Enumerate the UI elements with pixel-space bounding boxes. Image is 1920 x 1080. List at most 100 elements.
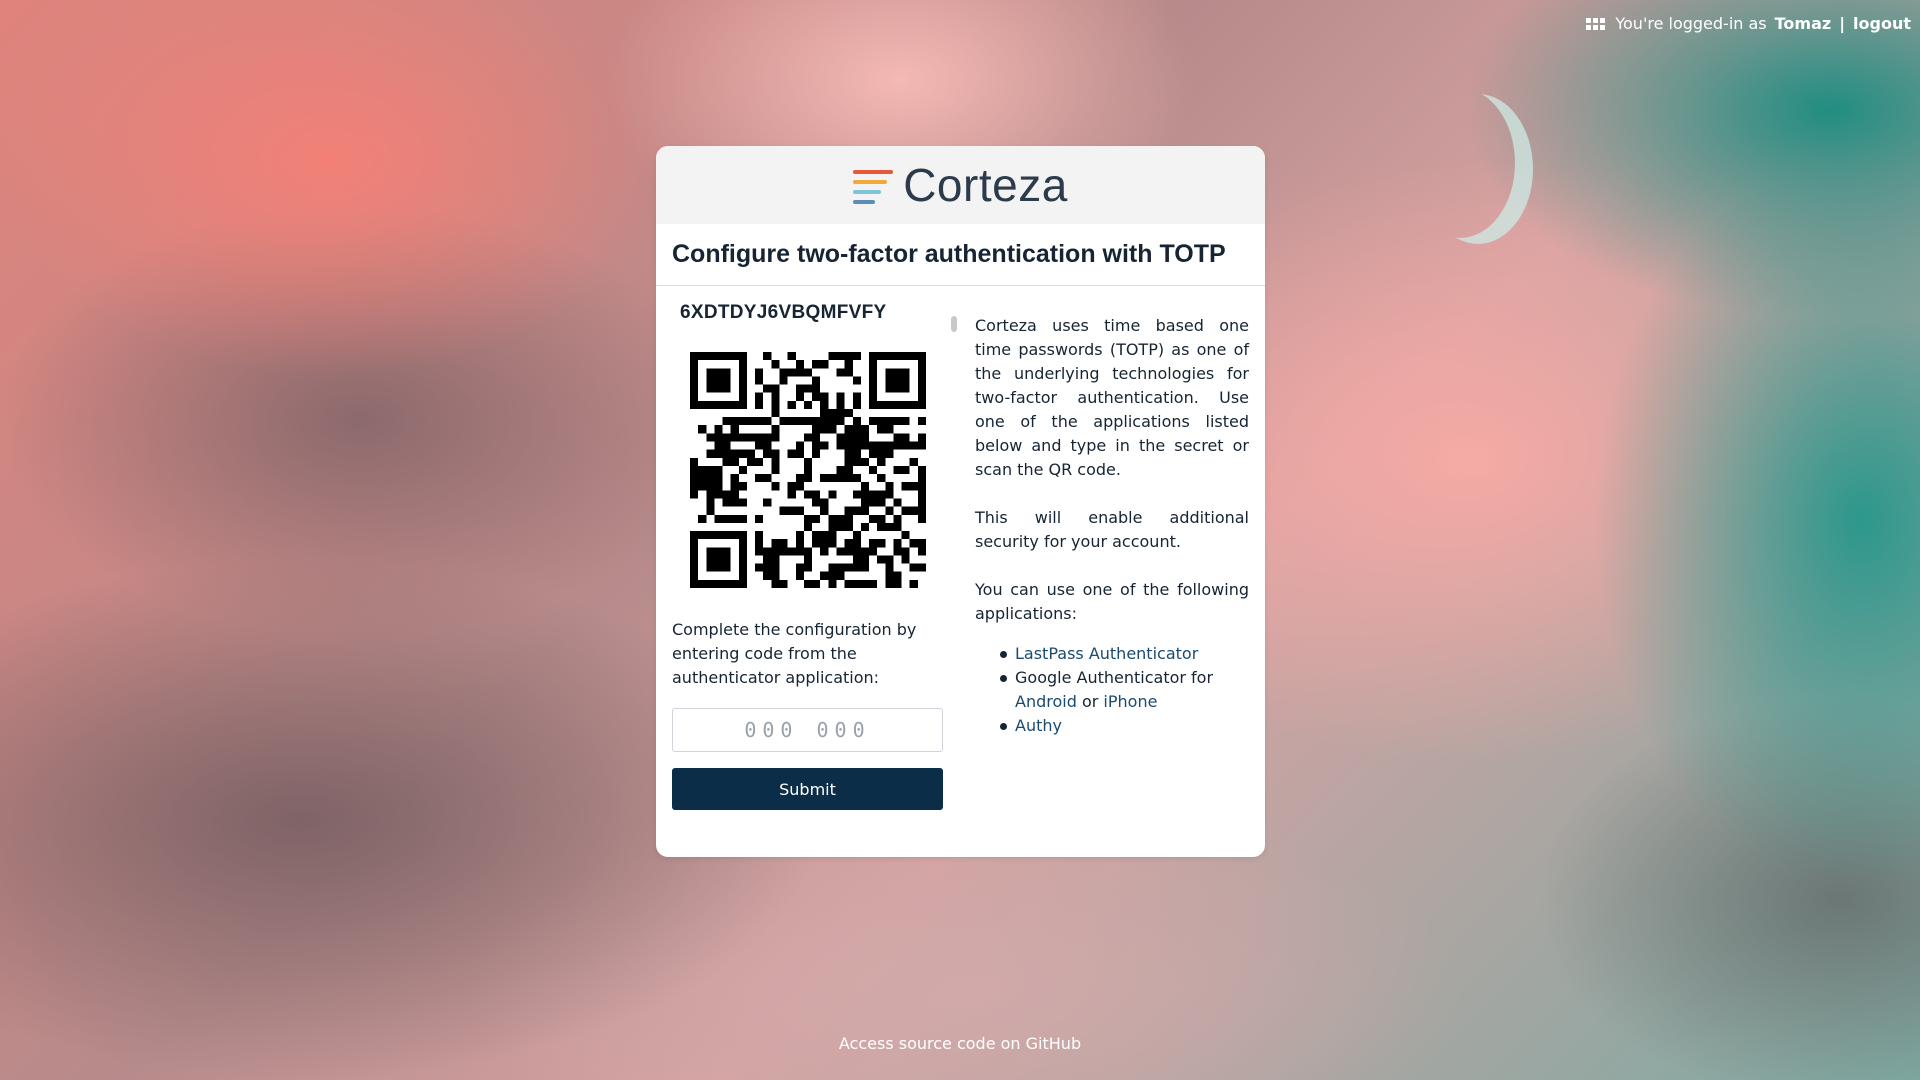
qr-module bbox=[795, 474, 804, 483]
qr-module bbox=[828, 425, 837, 434]
qr-module bbox=[738, 482, 747, 491]
qr-module bbox=[909, 506, 918, 515]
qr-module bbox=[771, 392, 780, 401]
qr-module bbox=[755, 376, 764, 385]
qr-module bbox=[795, 539, 804, 548]
qr-module bbox=[771, 457, 780, 466]
qr-module bbox=[869, 441, 878, 450]
qr-module bbox=[755, 368, 764, 377]
qr-module bbox=[690, 352, 699, 361]
qr-module bbox=[917, 417, 926, 426]
submit-button[interactable]: Submit bbox=[672, 768, 943, 810]
apps-grid-icon[interactable] bbox=[1586, 17, 1606, 30]
qr-module bbox=[706, 482, 715, 491]
qr-module bbox=[755, 417, 764, 426]
qr-module bbox=[738, 563, 747, 572]
qr-module bbox=[852, 506, 861, 515]
instructions-text: Complete the configuration by entering c… bbox=[672, 620, 917, 687]
qr-module bbox=[787, 482, 796, 491]
qr-module bbox=[885, 425, 894, 434]
qr-module bbox=[877, 498, 886, 507]
qr-module bbox=[869, 392, 878, 401]
qr-module bbox=[844, 465, 853, 475]
qr-module bbox=[869, 579, 878, 588]
qr-module bbox=[901, 400, 910, 409]
qr-module bbox=[763, 352, 772, 361]
qr-module bbox=[730, 498, 739, 507]
qr-module bbox=[722, 417, 731, 426]
qr-module bbox=[795, 368, 804, 377]
qr-module bbox=[844, 408, 853, 418]
qr-module bbox=[901, 417, 910, 426]
android-link[interactable]: Android bbox=[1015, 692, 1077, 711]
qr-module bbox=[795, 563, 804, 572]
qr-module bbox=[893, 368, 902, 377]
qr-module bbox=[877, 417, 886, 426]
qr-module bbox=[738, 360, 747, 369]
qr-module bbox=[795, 571, 804, 580]
qr-module bbox=[909, 457, 918, 466]
qr-module bbox=[738, 465, 747, 475]
totp-code-input[interactable] bbox=[672, 708, 943, 752]
page-title: Configure two-factor authentication with… bbox=[656, 224, 1265, 286]
qr-module bbox=[722, 352, 731, 361]
qr-module bbox=[893, 441, 902, 450]
qr-module bbox=[901, 547, 910, 556]
qr-module bbox=[860, 563, 870, 572]
qr-module bbox=[803, 433, 813, 442]
qr-module bbox=[885, 400, 894, 409]
qr-module bbox=[722, 563, 731, 572]
qr-module bbox=[869, 352, 878, 361]
qr-module bbox=[917, 563, 926, 572]
qr-module bbox=[812, 433, 821, 442]
qr-module bbox=[698, 531, 707, 540]
qr-module bbox=[803, 474, 813, 483]
qr-module bbox=[820, 506, 829, 515]
logout-link[interactable]: logout bbox=[1853, 14, 1911, 33]
qr-module bbox=[763, 563, 772, 572]
qr-module bbox=[885, 563, 894, 572]
qr-module bbox=[836, 514, 845, 523]
qr-module bbox=[852, 579, 861, 588]
qr-module bbox=[852, 531, 861, 540]
lastpass-link[interactable]: LastPass Authenticator bbox=[1015, 644, 1198, 663]
qr-module bbox=[869, 514, 878, 523]
qr-module bbox=[730, 433, 739, 442]
iphone-link[interactable]: iPhone bbox=[1103, 692, 1157, 711]
qr-module bbox=[755, 531, 764, 540]
qr-module bbox=[869, 384, 878, 393]
qr-module bbox=[755, 539, 764, 548]
github-link[interactable]: GitHub bbox=[1026, 1034, 1081, 1053]
qr-module bbox=[690, 547, 699, 556]
qr-module bbox=[690, 384, 699, 393]
qr-module bbox=[771, 547, 780, 556]
qr-module bbox=[820, 474, 829, 483]
qr-module bbox=[836, 368, 845, 377]
qr-module bbox=[844, 352, 853, 361]
corteza-logo-icon bbox=[853, 170, 894, 204]
qr-module bbox=[714, 368, 723, 377]
qr-module bbox=[909, 539, 918, 548]
qr-module bbox=[852, 425, 861, 434]
qr-module bbox=[738, 571, 747, 580]
qr-module bbox=[698, 352, 707, 361]
qr-module bbox=[852, 400, 861, 409]
qr-module bbox=[901, 376, 910, 385]
logged-in-label: You're logged-in as bbox=[1615, 14, 1767, 33]
qr-module bbox=[844, 579, 853, 588]
qr-module bbox=[771, 400, 780, 409]
authy-link[interactable]: Authy bbox=[1015, 716, 1062, 735]
qr-module bbox=[803, 547, 813, 556]
qr-module bbox=[690, 571, 699, 580]
qr-module bbox=[812, 449, 821, 458]
qr-module bbox=[828, 571, 837, 580]
qr-module bbox=[820, 408, 829, 418]
qr-module bbox=[844, 514, 853, 523]
qr-module bbox=[885, 449, 894, 458]
qr-module bbox=[885, 555, 894, 564]
qr-module bbox=[844, 522, 853, 532]
qr-module bbox=[698, 465, 707, 475]
qr-module bbox=[901, 433, 910, 442]
qr-module bbox=[803, 457, 813, 466]
qr-module bbox=[714, 376, 723, 385]
